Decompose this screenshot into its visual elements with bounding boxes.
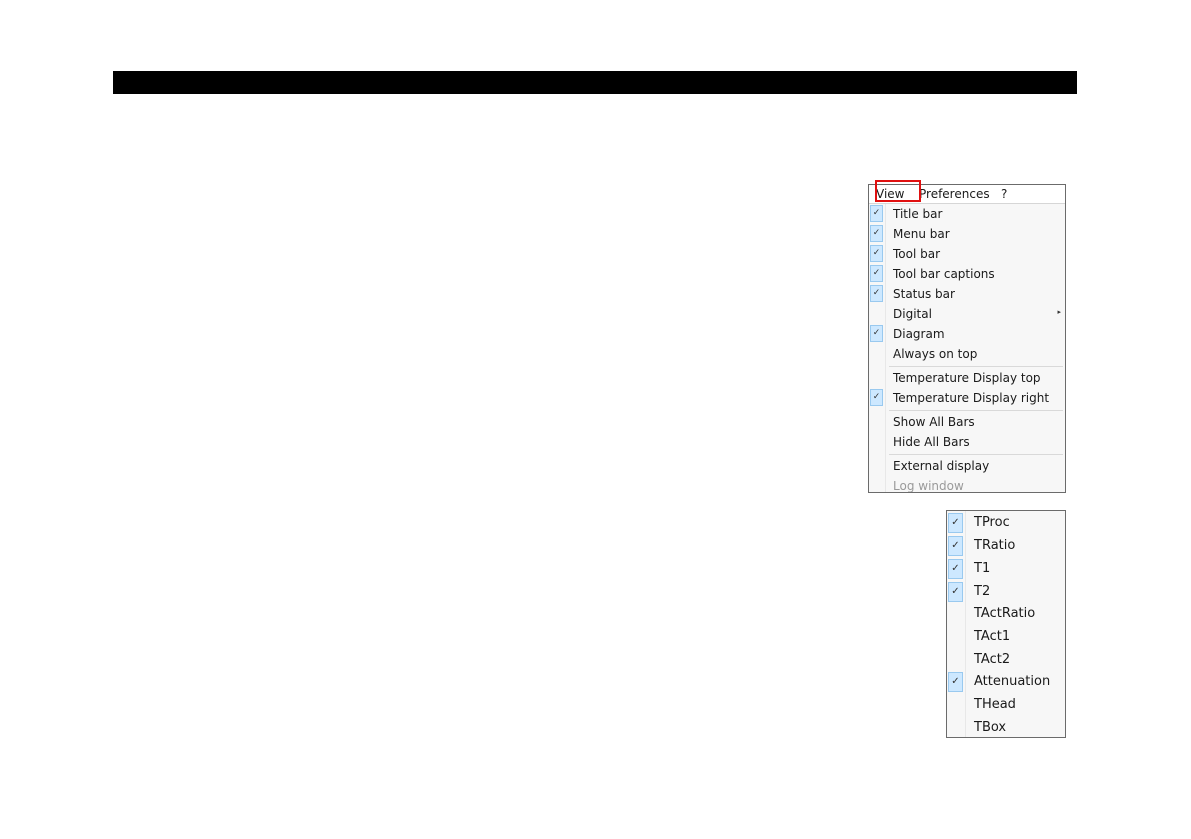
view-item-temp-display-right[interactable]: ✓ Temperature Display right: [869, 388, 1065, 408]
menu-item-label: Temperature Display right: [893, 391, 1050, 405]
menu-item-label: Digital: [893, 307, 932, 321]
digital-item-attenuation[interactable]: ✓ Attenuation: [947, 671, 1065, 693]
view-item-always-on-top[interactable]: Always on top: [869, 344, 1065, 364]
menu-separator: [889, 366, 1063, 367]
menu-item-label: T2: [974, 584, 991, 599]
menu-item-label: TProc: [974, 515, 1010, 530]
menu-separator: [889, 410, 1063, 411]
check-icon: ✓: [870, 205, 883, 222]
view-item-digital[interactable]: Digital ▸: [869, 304, 1065, 324]
header-bar: [113, 71, 1077, 94]
view-menu-panel: View Preferences ? ✓ Title bar ✓ Menu ba…: [868, 184, 1066, 493]
menu-preferences[interactable]: Preferences: [919, 187, 990, 201]
digital-item-t2[interactable]: ✓ T2: [947, 581, 1065, 603]
menu-item-label: TActRatio: [974, 606, 1036, 621]
menu-item-label: Tool bar captions: [893, 267, 995, 281]
check-icon: ✓: [870, 225, 883, 242]
digital-item-tproc[interactable]: ✓ TProc: [947, 512, 1065, 534]
digital-item-tactratio[interactable]: TActRatio: [947, 603, 1065, 625]
digital-item-tratio[interactable]: ✓ TRatio: [947, 535, 1065, 557]
check-icon: ✓: [948, 559, 963, 579]
menu-item-label: Attenuation: [974, 674, 1051, 689]
check-icon: ✓: [870, 265, 883, 282]
menu-item-label: Temperature Display top: [893, 371, 1041, 385]
menu-item-label: TBox: [974, 720, 1007, 735]
menu-item-label: THead: [974, 697, 1016, 712]
digital-item-t1[interactable]: ✓ T1: [947, 558, 1065, 580]
menu-item-label: Hide All Bars: [893, 435, 970, 449]
submenu-arrow-icon: ▸: [1057, 308, 1061, 316]
view-item-diagram[interactable]: ✓ Diagram: [869, 324, 1065, 344]
menu-item-label: Log window: [893, 479, 964, 493]
menu-item-label: Title bar: [893, 207, 943, 221]
check-icon: ✓: [870, 325, 883, 342]
menu-item-label: Status bar: [893, 287, 955, 301]
digital-submenu-panel: ✓ TProc ✓ TRatio ✓ T1 ✓ T2 TActRatio TAc…: [946, 510, 1066, 738]
check-icon: ✓: [870, 389, 883, 406]
check-icon: ✓: [948, 536, 963, 556]
menu-item-label: Menu bar: [893, 227, 950, 241]
view-item-show-all-bars[interactable]: Show All Bars: [869, 412, 1065, 432]
menu-help[interactable]: ?: [1001, 187, 1007, 201]
menu-item-label: Show All Bars: [893, 415, 975, 429]
view-menu-highlight: [875, 180, 921, 202]
view-item-temp-display-top[interactable]: Temperature Display top: [869, 368, 1065, 388]
view-item-external-display[interactable]: External display: [869, 456, 1065, 476]
menu-item-label: External display: [893, 459, 990, 473]
view-item-title-bar[interactable]: ✓ Title bar: [869, 204, 1065, 224]
menu-item-label: TRatio: [974, 538, 1016, 553]
view-item-hide-all-bars[interactable]: Hide All Bars: [869, 432, 1065, 452]
menu-item-label: Tool bar: [893, 247, 941, 261]
menu-separator: [889, 454, 1063, 455]
view-item-tool-bar-captions[interactable]: ✓ Tool bar captions: [869, 264, 1065, 284]
digital-item-tact2[interactable]: TAct2: [947, 649, 1065, 671]
check-icon: ✓: [948, 582, 963, 602]
digital-item-tbox[interactable]: TBox: [947, 717, 1065, 737]
menu-item-label: Diagram: [893, 327, 945, 341]
view-item-status-bar[interactable]: ✓ Status bar: [869, 284, 1065, 304]
digital-item-tact1[interactable]: TAct1: [947, 626, 1065, 648]
digital-item-thead[interactable]: THead: [947, 694, 1065, 716]
menu-item-label: TAct2: [974, 652, 1011, 667]
check-icon: ✓: [948, 672, 963, 692]
menu-item-label: TAct1: [974, 629, 1011, 644]
view-item-menu-bar[interactable]: ✓ Menu bar: [869, 224, 1065, 244]
menu-item-label: T1: [974, 561, 991, 576]
check-icon: ✓: [948, 513, 963, 533]
check-icon: ✓: [870, 285, 883, 302]
view-item-tool-bar[interactable]: ✓ Tool bar: [869, 244, 1065, 264]
view-item-log-window: Log window: [869, 476, 1065, 493]
check-icon: ✓: [870, 245, 883, 262]
menu-item-label: Always on top: [893, 347, 978, 361]
